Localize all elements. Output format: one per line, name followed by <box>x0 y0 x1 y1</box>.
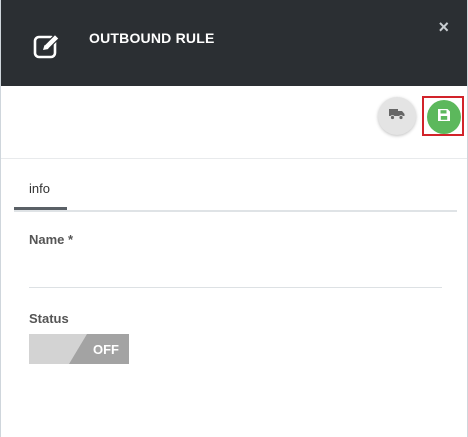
panel-title: OUTBOUND RULE <box>89 30 215 46</box>
tab-info-label: info <box>29 181 50 196</box>
tab-bar: info <box>14 170 457 212</box>
name-input[interactable] <box>29 252 442 288</box>
floppy-disk-icon <box>438 108 450 126</box>
tab-info[interactable]: info <box>14 170 67 210</box>
edit-icon <box>33 32 65 60</box>
truck-icon <box>389 107 405 125</box>
save-button[interactable] <box>427 100 461 134</box>
panel-header: OUTBOUND RULE × <box>1 0 467 86</box>
status-label: Status <box>29 311 69 326</box>
name-label: Name * <box>29 232 74 247</box>
close-icon[interactable]: × <box>438 18 449 36</box>
action-toolbar <box>1 86 467 159</box>
save-button-highlight <box>422 96 464 136</box>
deploy-button[interactable] <box>378 97 416 135</box>
toggle-state-label: OFF <box>93 342 119 357</box>
status-toggle[interactable]: OFF <box>29 334 129 364</box>
